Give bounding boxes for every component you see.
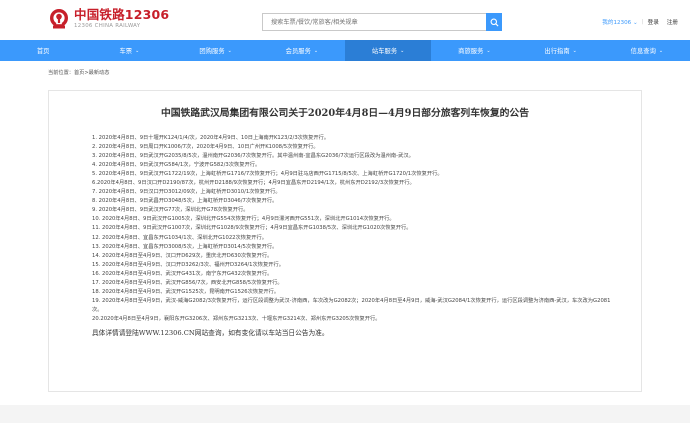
list-item: 19. 2020年4月8日至4月9日，武汉-威海G2082/3次恢复开行，运行区… bbox=[92, 297, 611, 313]
list-item: 3. 2020年4月8日、9日武汉开G2035/8/5次，温州南开G2036/7… bbox=[92, 153, 414, 160]
chevron-down-icon: ⌄ bbox=[227, 47, 232, 54]
login-link[interactable]: 登录 bbox=[648, 18, 659, 26]
nav-item-business-travel[interactable]: 商旅服务 ⌄ bbox=[431, 40, 517, 61]
user-links: 我的12306 ⌄ | 登录 注册 bbox=[602, 18, 678, 26]
breadcrumb: 当前位置：首页>最新动态 bbox=[48, 70, 110, 76]
list-item: 9. 2020年4月8日、9日武汉开G77次，深圳北开G78次恢复开行。 bbox=[92, 207, 249, 214]
list-item: 20.2020年4月8日至4月9日，襄阳东开G3206次、郑州东开G3213次、… bbox=[92, 315, 381, 322]
list-item: 12. 2020年4月8日、宜昌东开G1034/1次、深圳北开G1022次恢复开… bbox=[92, 234, 268, 241]
main-nav: 首页 车票 ⌄ 团购服务 ⌄ 会员服务 ⌄ 站车服务 ⌄ 商旅服务 ⌄ 出行指南 ⌄ 信息查… bbox=[0, 40, 690, 61]
register-link[interactable]: 注册 bbox=[667, 18, 678, 26]
nav-label: 信息查询 bbox=[630, 48, 656, 55]
nav-item-travel-guide[interactable]: 出行指南 ⌄ bbox=[518, 40, 604, 61]
list-item: 11. 2020年4月8日、9日武汉开G1007次，深圳北开G1028/9次恢复… bbox=[92, 225, 412, 232]
railway-logo-icon bbox=[48, 8, 70, 30]
chevron-down-icon: ⌄ bbox=[658, 47, 664, 54]
nav-label: 团购服务 bbox=[199, 48, 225, 55]
list-item: 16. 2020年4月8日至4月9日、武汉开G431次，南宁东开G432次恢复开… bbox=[92, 270, 273, 277]
header: 中国铁路12306 12306 CHINA RAILWAY 我的12306 ⌄ … bbox=[0, 0, 690, 40]
nav-label: 车票 bbox=[119, 48, 133, 55]
nav-label: 首页 bbox=[36, 48, 50, 55]
search-icon bbox=[490, 18, 499, 27]
brand-subtitle: 12306 CHINA RAILWAY bbox=[74, 22, 141, 29]
list-item: 6.2020年4月8日、9日汉口开D2190/87次，杭州开D2188/9次恢复… bbox=[92, 180, 415, 187]
nav-item-member-services[interactable]: 会员服务 ⌄ bbox=[259, 40, 345, 61]
list-item: 2. 2020年4月8日、9日周口开K1006/7次，2020年4月9日、10日… bbox=[92, 144, 319, 151]
list-item: 1. 2020年4月8日、9日十堰开K124/1/4/次，2020年4月9日、1… bbox=[92, 135, 330, 141]
chevron-down-icon: ⌄ bbox=[572, 47, 577, 54]
nav-item-info-query[interactable]: 信息查询 ⌄ bbox=[604, 40, 690, 61]
my-12306-link[interactable]: 我的12306 ⌄ bbox=[602, 18, 637, 26]
list-item: 17. 2020年4月8日至4月9日、武汉开G856/7次，西安北开G858/5… bbox=[92, 279, 283, 286]
list-item: 8. 2020年4月8日、9日武昌开D3048/5次，上海虹桥开D3046/7次… bbox=[92, 198, 278, 205]
chevron-down-icon: ⌄ bbox=[400, 47, 405, 54]
chevron-down-icon: ⌄ bbox=[135, 47, 140, 54]
search-button[interactable] bbox=[486, 13, 502, 31]
article-title: 中国铁路武汉局集团有限公司关于2020年4月8日—4月9日部分旅客列车恢复的公告 bbox=[160, 108, 530, 119]
nav-label: 出行指南 bbox=[544, 48, 570, 55]
logo[interactable]: 中国铁路12306 12306 CHINA RAILWAY bbox=[48, 8, 169, 30]
list-item: 5. 2020年4月8日、9日武汉开G1722/19次，上海虹桥开G1716/7… bbox=[92, 171, 443, 178]
notice-list: 1. 2020年4月8日、9日十堰开K124/1/4/次，2020年4月9日、1… bbox=[92, 134, 612, 324]
article-footer-note: 具体详情请登陆WWW.12306.CN网站查询，如有变化请以车站当日公告为准。 bbox=[92, 328, 329, 337]
list-item: 13. 2020年4月8日、宜昌东开D3008/5次，上海虹桥开D3014/5次… bbox=[92, 243, 278, 250]
chevron-down-icon: ⌄ bbox=[486, 47, 491, 54]
list-item: 10. 2020年4月8日、9日武汉开G1005次，深圳北开G554次恢复开行；… bbox=[92, 216, 395, 223]
page-footer-bar bbox=[0, 405, 690, 423]
search-bar bbox=[262, 13, 502, 31]
search-input[interactable] bbox=[262, 13, 486, 31]
chevron-down-icon: ⌄ bbox=[313, 47, 319, 54]
nav-label: 站车服务 bbox=[371, 48, 398, 55]
list-item: 14. 2020年4月8日至4月9日、汉口开D629次，重庆北开D630次恢复开… bbox=[92, 252, 273, 259]
list-item: 7. 2020年4月8日、9日汉口开D3012/09次，上海虹桥开D3010/1… bbox=[92, 189, 281, 196]
brand-name: 中国铁路12306 bbox=[74, 7, 170, 23]
list-item: 4. 2020年4月8日、9日武汉开G584/1次，宁波开G582/3次恢复开行… bbox=[92, 162, 261, 169]
nav-item-group-services[interactable]: 团购服务 ⌄ bbox=[173, 40, 259, 61]
divider: | bbox=[641, 19, 644, 25]
chevron-down-icon: ⌄ bbox=[633, 20, 638, 26]
nav-item-station-services[interactable]: 站车服务 ⌄ bbox=[345, 40, 432, 61]
nav-item-home[interactable]: 首页 bbox=[0, 40, 86, 61]
nav-label: 商旅服务 bbox=[458, 48, 484, 55]
nav-label: 会员服务 bbox=[285, 48, 311, 55]
nav-item-tickets[interactable]: 车票 ⌄ bbox=[86, 40, 172, 61]
list-item: 15. 2020年4月8日至4月9日、汉口开D3262/3次、福州开D3264/… bbox=[92, 261, 285, 268]
list-item: 18. 2020年4月8日至4月9日、武汉开G1525次，昆明南开G1526次恢… bbox=[92, 288, 280, 295]
article-panel: 中国铁路武汉局集团有限公司关于2020年4月8日—4月9日部分旅客列车恢复的公告… bbox=[48, 90, 642, 392]
